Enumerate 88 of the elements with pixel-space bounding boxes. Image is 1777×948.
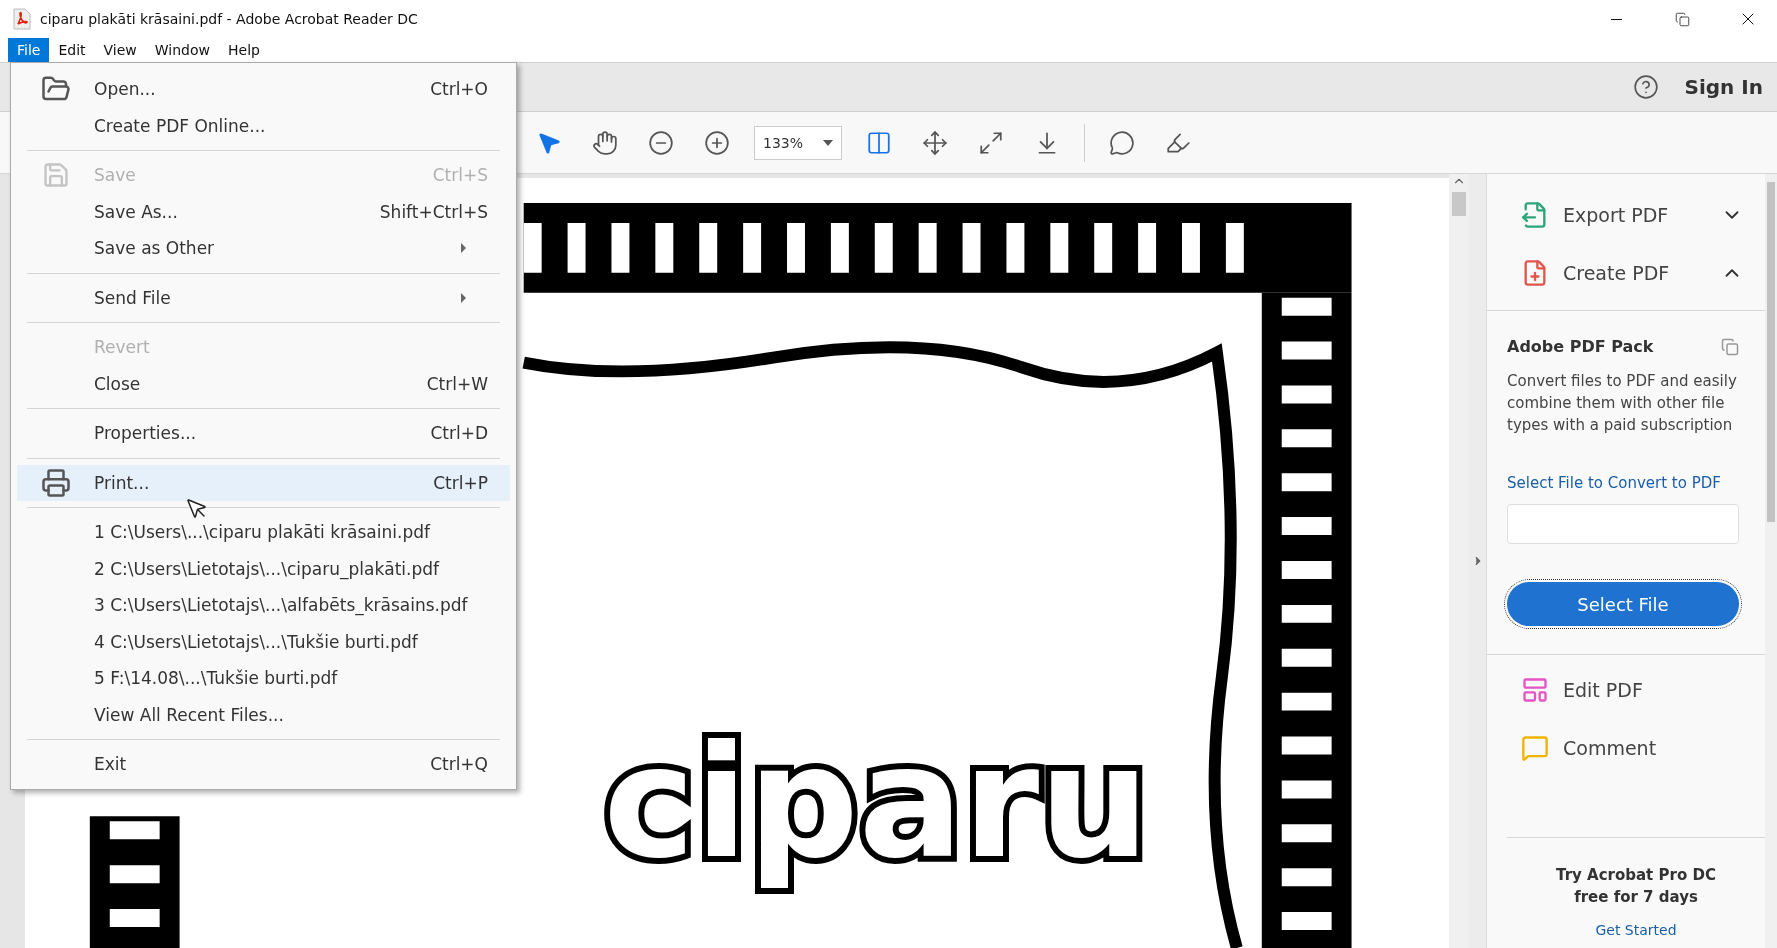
pack-description: Convert files to PDF and easily combine them with other file types with a paid subscription	[1507, 371, 1738, 436]
caret-icon	[823, 139, 833, 146]
tool-label: Create PDF	[1563, 262, 1671, 284]
menu-item-label: Create PDF Online...	[94, 115, 267, 136]
menu-item[interactable]: Save As... Shift+Ctrl+S	[17, 193, 510, 230]
menu-item-label: Open...	[94, 79, 157, 100]
hand-icon	[592, 129, 618, 156]
tool-label: Comment	[1563, 737, 1658, 759]
menu-item[interactable]: Print... Ctrl+P	[17, 464, 510, 501]
tool-row[interactable]: Export PDF	[1487, 186, 1765, 244]
menu-item-label: 5 F:\14.08\...\Tukšie burti.pdf	[94, 668, 339, 689]
pack-title: Adobe PDF Pack	[1507, 337, 1654, 356]
tool-label: Edit PDF	[1563, 679, 1644, 701]
documents-icon[interactable]	[1721, 337, 1739, 356]
menu-item[interactable]: Close Ctrl+W	[17, 365, 510, 402]
zoom-field[interactable]: 133%	[754, 125, 842, 160]
tool-row[interactable]: Edit PDF	[1487, 661, 1765, 719]
save-icon	[41, 161, 70, 190]
shortcut: Ctrl+P	[433, 472, 488, 493]
submenu-arrow-icon	[461, 292, 466, 303]
file-export-icon	[1521, 201, 1549, 229]
menu-item-label: Revert	[94, 337, 151, 358]
menu-item[interactable]: Create PDF Online...	[17, 107, 510, 144]
menu-bar-item[interactable]: File	[8, 38, 50, 62]
select-file-button[interactable]: Select File	[1507, 582, 1739, 626]
comment-icon	[1521, 734, 1549, 762]
menu-item-label: Send File	[94, 287, 172, 308]
menu-item-label: Save	[94, 165, 137, 186]
submenu-arrow-icon	[461, 243, 466, 254]
menu-item[interactable]: 4 C:\Users\Lietotajs\...\Tukšie burti.pdf	[17, 623, 510, 660]
promo-title: free for 7 days	[1574, 887, 1698, 908]
shortcut: Ctrl+O	[430, 79, 488, 100]
menu-item[interactable]: Send File	[17, 279, 510, 316]
menu-bar-item[interactable]: View	[94, 38, 146, 62]
zoom-value: 133%	[763, 134, 804, 151]
mouse-cursor-icon	[185, 497, 209, 521]
help-icon[interactable]	[1632, 74, 1659, 100]
sign-in-link[interactable]: Sign In	[1684, 75, 1763, 99]
tool-row[interactable]: Comment	[1487, 719, 1765, 777]
pdf-file-icon	[12, 8, 32, 30]
shortcut: Ctrl+D	[430, 423, 488, 444]
menu-item-label: 1 C:\Users\...\ciparu plakāti krāsaini.pdf	[94, 522, 432, 543]
menu-item-label: Print...	[94, 472, 151, 493]
menu-item-label: Close	[94, 373, 142, 394]
layout-icon	[1521, 676, 1549, 704]
scroll-bar[interactable]	[1765, 174, 1777, 948]
promo-title: Try Acrobat Pro DC	[1556, 865, 1716, 886]
file-input-field[interactable]	[1507, 504, 1739, 544]
menu-item[interactable]: Properties... Ctrl+D	[17, 415, 510, 452]
menu-bar-item[interactable]: Help	[219, 38, 269, 62]
menu-item[interactable]: 3 C:\Users\Lietotajs\...\alfabēts_krāsains.pdf	[17, 587, 510, 624]
menu-item-label: 3 C:\Users\Lietotajs\...\alfabēts_krāsains.pdf	[94, 595, 469, 616]
menu-item-label: 2 C:\Users\Lietotajs\...\ciparu_plakāti.pdf	[94, 558, 441, 579]
menu-item-label: Properties...	[94, 423, 198, 444]
convert-link[interactable]: Select File to Convert to PDF	[1507, 474, 1739, 492]
printer-icon	[40, 467, 71, 498]
menu-bar-item[interactable]: Edit	[49, 38, 95, 62]
shortcut: Ctrl+S	[432, 165, 488, 186]
menu-item[interactable]: Exit Ctrl+Q	[17, 746, 510, 783]
menu-item[interactable]: 1 C:\Users\...\ciparu plakāti krāsaini.pdf	[17, 514, 510, 551]
restore-icon	[1674, 11, 1690, 27]
tool-row[interactable]: Create PDF	[1487, 244, 1765, 302]
shortcut: Shift+Ctrl+S	[379, 201, 488, 222]
zoom-out-icon	[648, 129, 674, 156]
window-title: ciparu plakāti krāsaini.pdf - Adobe Acrobat Reader DC	[40, 11, 419, 27]
shortcut: Ctrl+Q	[430, 754, 488, 775]
menu-item[interactable]: View All Recent Files...	[17, 696, 510, 733]
zoom-in-icon	[704, 129, 730, 156]
menu-item[interactable]: 2 C:\Users\Lietotajs\...\ciparu_plakāti.pdf	[17, 550, 510, 587]
menu-item-label: Save as Other	[94, 238, 216, 259]
move-page-icon	[922, 129, 948, 156]
tool-label: Export PDF	[1563, 204, 1670, 226]
menu-item[interactable]: 5 F:\14.08\...\Tukšie burti.pdf	[17, 660, 510, 697]
menu-item-label: Exit	[94, 754, 128, 775]
menu-bar-item[interactable]: Window	[145, 38, 219, 62]
scroll-bar[interactable]	[1449, 174, 1469, 948]
full-screen-icon	[978, 129, 1004, 156]
comment-icon	[1109, 129, 1135, 156]
menu-item[interactable]: Save as Other	[17, 230, 510, 267]
fit-width-icon	[866, 129, 892, 156]
shortcut: Ctrl+W	[426, 373, 488, 394]
menu-item-label: 4 C:\Users\Lietotajs\...\Tukšie burti.pdf	[94, 631, 419, 652]
menu-item-label: Save As...	[94, 201, 179, 222]
menu-item[interactable]: Open... Ctrl+O	[17, 71, 510, 108]
poster-title: ciparu	[603, 713, 1150, 893]
get-started-link[interactable]: Get Started	[1595, 922, 1677, 938]
menu-item-label: View All Recent Files...	[94, 704, 285, 725]
minimize-icon	[1610, 18, 1622, 20]
